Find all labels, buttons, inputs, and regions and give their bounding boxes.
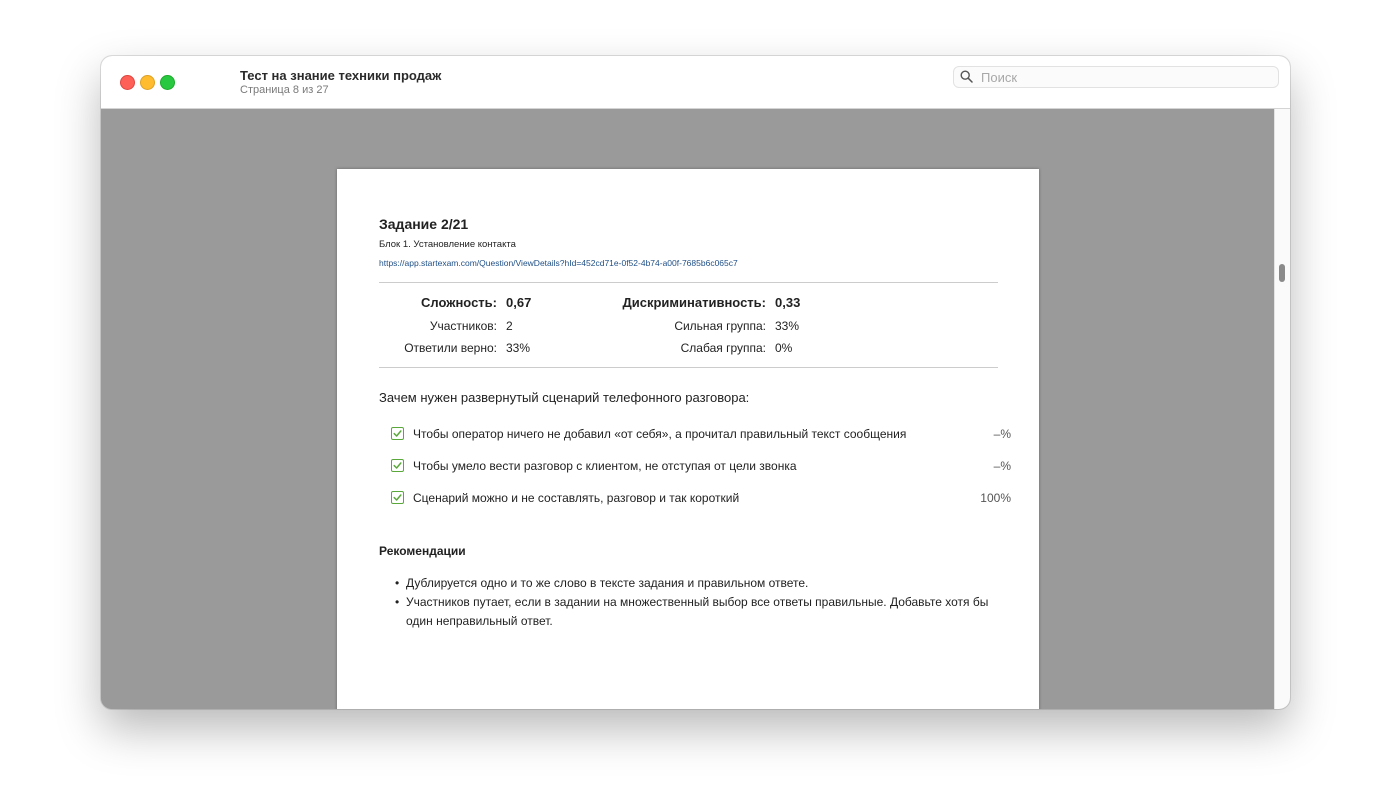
weak-group-label: Слабая группа: — [680, 341, 766, 355]
checkmark-icon — [393, 430, 402, 437]
recommendations-title: Рекомендации — [379, 544, 466, 558]
task-title: Задание 2/21 — [379, 216, 469, 232]
divider-top — [379, 282, 998, 283]
discrimination-value: 0,33 — [775, 295, 801, 310]
checkbox-checked — [391, 427, 404, 440]
checkmark-icon — [393, 462, 402, 469]
weak-group-value: 0% — [775, 341, 793, 355]
participants-value: 2 — [506, 319, 513, 333]
discrimination-label: Дискриминативность: — [622, 295, 766, 310]
difficulty-value: 0,67 — [506, 295, 532, 310]
divider-bottom — [379, 367, 998, 368]
search-icon — [960, 70, 973, 83]
checkbox-checked — [391, 459, 404, 472]
scrollbar-thumb[interactable] — [1279, 264, 1285, 282]
document-viewer[interactable]: Задание 2/21 Блок 1. Установление контак… — [101, 109, 1275, 709]
strong-group-value: 33% — [775, 319, 800, 333]
question-link[interactable]: https://app.startexam.com/Question/ViewD… — [379, 258, 738, 268]
participants-label: Участников: — [429, 319, 497, 333]
close-button[interactable] — [120, 75, 135, 90]
answer-option: Сценарий можно и не составлять, разговор… — [391, 491, 1011, 507]
page-indicator: Страница 8 из 27 — [240, 84, 329, 96]
checkmark-icon — [393, 494, 402, 501]
answer-option: Чтобы оператор ничего не добавил «от себ… — [391, 427, 1011, 443]
recommendation-item: Дублируется одно и то же слово в тексте … — [395, 574, 1005, 593]
block-name: Блок 1. Установление контакта — [379, 239, 516, 250]
minimize-button[interactable] — [140, 75, 155, 90]
correct-label: Ответили верно: — [404, 341, 497, 355]
recommendation-item: Участников путает, если в задании на мно… — [395, 593, 1005, 631]
document-page: Задание 2/21 Блок 1. Установление контак… — [337, 169, 1039, 709]
zoom-button[interactable] — [160, 75, 175, 90]
vertical-scrollbar[interactable] — [1274, 109, 1290, 709]
search-field[interactable] — [953, 66, 1279, 88]
difficulty-label: Сложность: — [420, 295, 497, 310]
search-input[interactable] — [979, 68, 1273, 87]
strong-group-label: Сильная группа: — [674, 319, 766, 333]
title-bar: Тест на знание техники продаж Страница 8… — [101, 56, 1290, 109]
answer-text: Чтобы умело вести разговор с клиентом, н… — [413, 459, 797, 473]
question-text: Зачем нужен развернутый сценарий телефон… — [379, 390, 750, 405]
answer-percent: –% — [993, 459, 1011, 473]
preview-window: Тест на знание техники продаж Страница 8… — [101, 56, 1290, 709]
checkbox-checked — [391, 491, 404, 504]
answer-text: Сценарий можно и не составлять, разговор… — [413, 491, 740, 505]
answer-option: Чтобы умело вести разговор с клиентом, н… — [391, 459, 1011, 475]
answer-percent: 100% — [980, 491, 1011, 505]
answer-text: Чтобы оператор ничего не добавил «от себ… — [413, 427, 907, 441]
document-title: Тест на знание техники продаж — [240, 68, 442, 83]
correct-value: 33% — [506, 341, 531, 355]
recommendations-list: Дублируется одно и то же слово в тексте … — [395, 574, 1005, 631]
answer-percent: –% — [993, 427, 1011, 441]
